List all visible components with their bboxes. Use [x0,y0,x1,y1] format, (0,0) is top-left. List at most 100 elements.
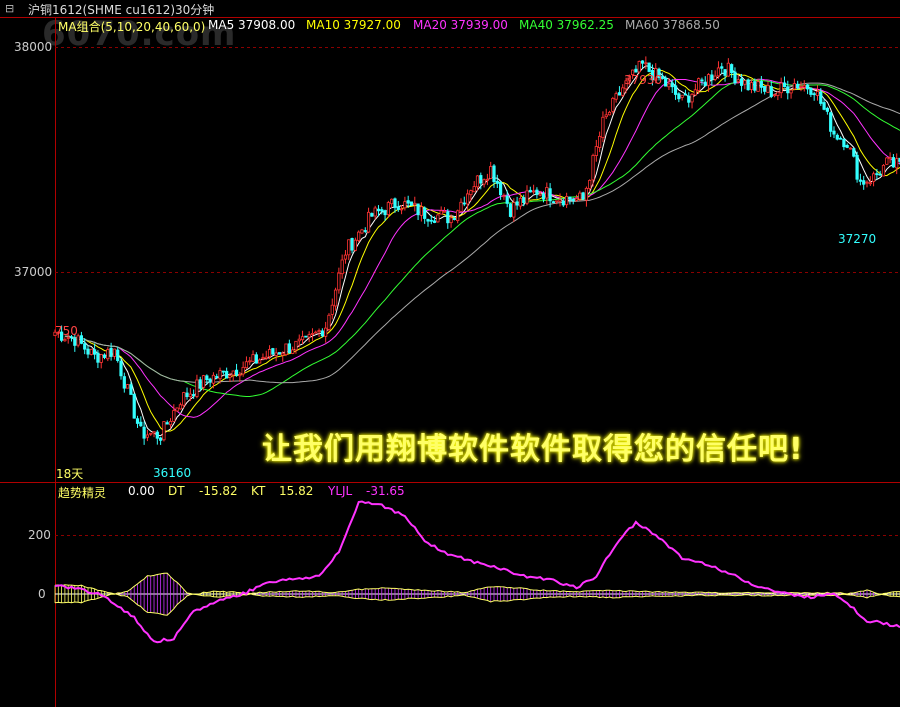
candle-body [723,69,727,76]
candle-body [832,130,836,135]
candle-body [581,192,585,200]
candle-body [746,79,750,91]
candle-body [495,180,499,184]
candle-body [690,93,694,103]
left-value-annotation: 750 [55,324,78,338]
candle-body [769,86,773,97]
indicator-axis-label: 200 [28,527,51,542]
candle-body [211,374,216,384]
candle-body [640,60,645,64]
candle-body [805,84,810,90]
candle-body [782,82,787,88]
candle-body [835,134,839,140]
candle-body [700,79,704,82]
candle-body [459,201,463,212]
candle-body [96,352,100,363]
candle-body [815,91,820,96]
candle-body [505,195,509,204]
candle-body [106,349,110,360]
candle-body [759,81,763,88]
candle-body [739,78,744,86]
candle-body [713,75,717,80]
candle-body [561,200,565,206]
candle-body [535,189,539,195]
candle-body [528,189,532,193]
candle-body [116,349,120,361]
candle-body [555,200,559,203]
candle-body [347,239,351,256]
candle-body [390,198,394,205]
candle-body [673,85,678,95]
candle-body [254,354,258,364]
candle-body [574,198,579,201]
candle-body [525,190,529,204]
candle-body [304,335,308,338]
indicator-legend-item: -31.65 [366,484,405,498]
candle-body [416,203,420,216]
candle-body [333,289,338,307]
candle-body [73,338,77,346]
candle-body [142,426,146,439]
candle-body [439,210,443,215]
candle-body [568,196,572,200]
candle-body [370,213,374,217]
candle-body [83,343,87,350]
ma10-line [64,69,900,432]
candle-body [281,352,285,356]
candle-body [588,180,592,189]
candle-body [829,112,833,132]
candle-body [548,188,552,202]
candle-body [772,94,777,97]
candle-body [878,173,882,176]
candle-body [205,375,209,381]
candle-body [680,94,684,98]
candle-body [261,357,265,360]
candle-body [465,193,470,205]
candle-body [228,375,232,378]
candle-body [185,392,189,398]
candle-body [330,304,334,315]
candle-body [432,220,437,223]
candle-body [538,193,542,196]
candle-body [545,187,549,199]
candle-body [79,335,84,344]
candle-body [776,91,780,96]
candle-body [472,186,476,193]
candle-body [852,148,856,157]
candle-body [172,410,176,422]
candle-body [135,418,140,424]
candle-body [373,207,377,217]
candle-body [300,336,305,341]
candle-body [812,93,816,96]
candle-body [442,210,447,213]
candle-body [267,349,272,357]
candle-body [159,437,163,441]
high-annotation: 37930 [624,73,663,87]
ma60-line [64,82,900,384]
candle-body [838,137,843,140]
candle-body [819,91,823,104]
candle-body [337,272,341,291]
candle-body [888,157,892,160]
candle-body [446,211,450,224]
candle-body [456,210,460,222]
candle-body [756,81,760,92]
candle-body [885,157,889,165]
candle-body [99,354,103,363]
ma40-line [64,79,900,397]
candle-body [479,175,483,184]
promo-banner: 让我们用翔博软件软件取得您的信任吧! [262,432,804,467]
candle-body [449,217,453,224]
chart-canvas[interactable] [0,0,900,707]
candle-body [858,179,862,182]
candle-body [192,394,196,397]
candle-body [294,340,298,351]
candle-body [327,314,331,330]
candle-body [86,348,90,355]
candle-body [287,343,291,354]
candle-body [558,199,562,202]
candle-body [188,393,192,397]
candle-body [512,202,516,218]
candle-body [789,89,793,94]
candle-body [132,393,136,419]
